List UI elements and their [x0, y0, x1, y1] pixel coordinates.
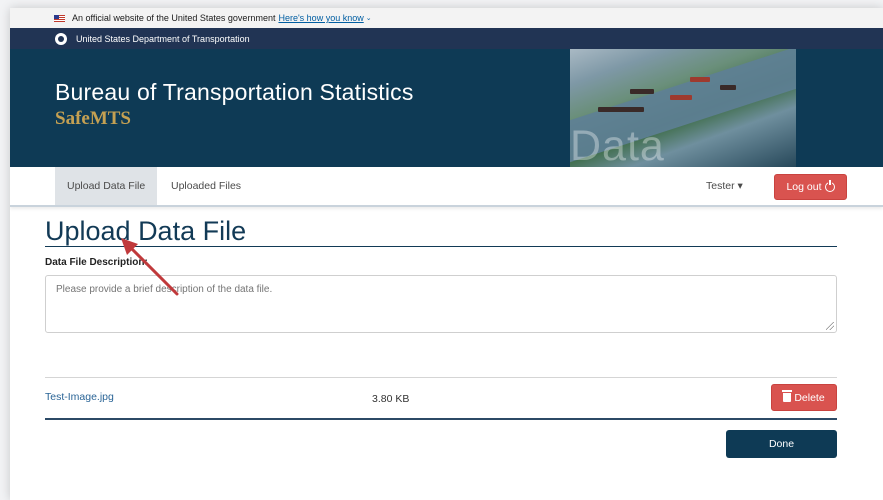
gov-banner-link[interactable]: Here's how you know [278, 13, 363, 23]
agency-bar: United States Department of Transportati… [10, 28, 883, 49]
ship-shape [598, 107, 644, 112]
delete-button[interactable]: Delete [771, 384, 837, 411]
title-divider [45, 246, 837, 247]
file-name-link[interactable]: Test-Image.jpg [45, 391, 114, 403]
description-label: Data File Description: [45, 257, 148, 268]
logout-button[interactable]: Log out [774, 174, 847, 200]
hero-photo: Data Portal [570, 49, 796, 167]
ship-shape [720, 85, 736, 90]
delete-label: Delete [794, 391, 825, 404]
tab-uploaded-files[interactable]: Uploaded Files [159, 167, 253, 205]
resize-grip-icon[interactable] [826, 322, 834, 330]
us-flag-icon [54, 14, 65, 22]
trash-icon [782, 390, 793, 402]
ship-shape [630, 89, 654, 94]
dot-logo-icon[interactable] [55, 32, 67, 45]
hero-header: Bureau of Transportation Statistics Safe… [10, 49, 883, 167]
power-icon [824, 180, 835, 192]
logout-label: Log out [786, 181, 822, 193]
agency-name[interactable]: United States Department of Transportati… [76, 34, 250, 44]
site-subtitle: SafeMTS [55, 108, 131, 129]
file-divider [45, 377, 837, 378]
file-size: 3.80 KB [372, 393, 410, 405]
file-divider-bottom [45, 418, 837, 420]
gov-banner-text: An official website of the United States… [72, 13, 276, 23]
page: An official website of the United States… [10, 8, 883, 500]
chevron-down-icon[interactable]: ⌄ [366, 14, 372, 22]
user-menu[interactable]: Tester ▾ [706, 180, 743, 192]
description-field[interactable] [45, 275, 837, 333]
site-title[interactable]: Bureau of Transportation Statistics [55, 79, 414, 106]
done-button[interactable]: Done [726, 430, 837, 458]
page-title: Upload Data File [45, 216, 247, 246]
tab-upload-data-file[interactable]: Upload Data File [55, 167, 158, 205]
chevron-down-icon[interactable]: ▾ [738, 180, 743, 192]
user-name[interactable]: Tester [706, 180, 735, 192]
ship-shape [690, 77, 710, 82]
ship-shape [670, 95, 692, 100]
navbar: Upload Data File Uploaded Files Tester ▾… [10, 167, 883, 207]
photo-overlay-text: Data Portal [570, 122, 665, 167]
gov-banner: An official website of the United States… [10, 8, 883, 28]
